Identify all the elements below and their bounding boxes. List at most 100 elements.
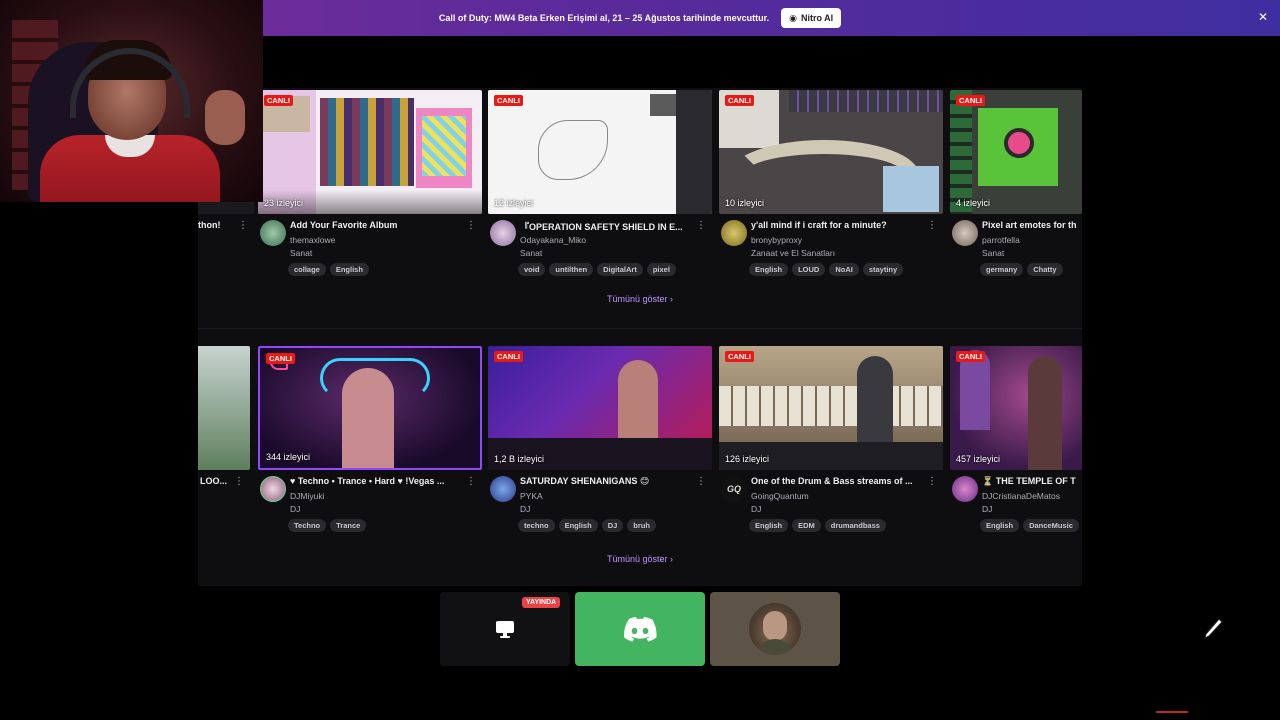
kebab-icon[interactable]: ⋮ <box>927 476 937 487</box>
stream-thumbnail[interactable]: CANLI 23 izleyici <box>258 90 482 214</box>
channel-name[interactable]: bronybyproxy <box>751 235 802 245</box>
tag[interactable]: staytiny <box>862 263 904 276</box>
stream-thumbnail[interactable] <box>198 346 250 470</box>
live-badge: CANLI <box>266 353 295 364</box>
channel-name[interactable]: themaxlowe <box>290 235 335 245</box>
tag[interactable]: Techno <box>288 519 327 532</box>
tag[interactable]: NoAI <box>829 263 859 276</box>
stream-meta: Pixel art emotes for th parrotfella Sana… <box>950 218 1082 278</box>
avatar[interactable] <box>952 220 978 246</box>
avatar[interactable] <box>490 476 516 502</box>
kebab-icon[interactable]: ⋮ <box>696 476 706 487</box>
category-name[interactable]: DJ <box>520 504 530 514</box>
stream-title[interactable]: Pixel art emotes for th <box>982 220 1082 230</box>
stream-title[interactable]: One of the Drum & Bass streams of ... <box>751 476 931 486</box>
thumb-collage <box>320 98 414 186</box>
thumb-album-art <box>422 116 466 176</box>
kebab-icon[interactable]: ⋮ <box>696 220 706 231</box>
stream-thumbnail[interactable]: CANLI 12 izleyici <box>488 90 712 214</box>
stream-thumbnail[interactable]: CANLI 126 izleyici <box>719 346 943 470</box>
stream-meta: ⏳ THE TEMPLE OF T DJCristianaDeMatos DJ … <box>950 474 1082 534</box>
avatar[interactable] <box>260 476 286 502</box>
stream-meta: GQ One of the Drum & Bass streams of ...… <box>719 474 943 534</box>
stream-title[interactable]: SATURDAY SHENANIGANS 😊 <box>520 476 700 487</box>
avatar[interactable]: GQ <box>721 476 747 502</box>
category-name[interactable]: Sanat <box>520 248 542 258</box>
tag[interactable]: Chatty <box>1027 263 1063 276</box>
category-name[interactable]: DJ <box>290 504 300 514</box>
avatar[interactable] <box>260 220 286 246</box>
category-name[interactable]: DJ <box>751 504 761 514</box>
tag[interactable]: LOUD <box>792 263 826 276</box>
nitro-button[interactable]: ◉ Nitro Al <box>781 8 842 28</box>
kebab-icon[interactable]: ⋮ <box>927 220 937 231</box>
stream-browser-panel: thon! ⋮ CANLI 23 izleyici Add Your Favor… <box>198 88 1082 586</box>
tag[interactable]: EDM <box>792 519 821 532</box>
tag[interactable]: techno <box>518 519 555 532</box>
discord-icon <box>624 617 657 642</box>
live-badge: CANLI <box>494 351 523 362</box>
tag[interactable]: drumandbass <box>824 519 886 532</box>
channel-name[interactable]: DJMiyuki <box>290 491 324 501</box>
tag[interactable]: English <box>558 519 598 532</box>
category-name[interactable]: DJ <box>982 504 992 514</box>
channel-name[interactable]: DJCristianaDeMatos <box>982 491 1082 501</box>
avatar[interactable] <box>721 220 747 246</box>
channel-name[interactable]: Odayakana_Miko <box>520 235 586 245</box>
tag[interactable]: DanceMusic <box>1023 519 1079 532</box>
channel-name[interactable]: GoingQuantum <box>751 491 809 501</box>
chevron-right-icon: › <box>670 294 674 304</box>
category-name[interactable]: Sanat <box>982 248 1004 258</box>
stream-title[interactable]: ♥ Techno • Trance • Hard ♥ !Vegas ... <box>290 476 470 486</box>
stream-thumbnail[interactable]: CANLI 457 izleyici <box>950 346 1082 470</box>
tag[interactable]: English <box>749 263 789 276</box>
stream-thumbnail[interactable]: CANLI 10 izleyici <box>719 90 943 214</box>
live-badge: CANLI <box>725 351 754 362</box>
avatar[interactable] <box>490 220 516 246</box>
tag[interactable]: Trance <box>330 519 367 532</box>
participant-tile[interactable] <box>710 592 840 666</box>
tag-list: English LOUD NoAI staytiny <box>749 263 904 276</box>
tag[interactable]: bruh <box>627 519 656 532</box>
category-name[interactable]: Zanaat ve El Sanatları <box>751 248 835 258</box>
stream-thumbnail[interactable]: CANLI 344 izleyici <box>258 346 482 470</box>
chevron-right-icon: › <box>670 554 674 564</box>
thumb-cam <box>650 94 676 116</box>
stream-title[interactable]: ⏳ THE TEMPLE OF T <box>982 476 1082 487</box>
screen-share-tile[interactable]: YAYINDA <box>440 592 570 666</box>
tag[interactable]: germany <box>980 263 1024 276</box>
viewer-count: 126 izleyici <box>725 454 770 464</box>
kebab-icon[interactable]: ⋮ <box>466 220 476 231</box>
thumb-keyboard <box>789 90 943 112</box>
kebab-icon[interactable]: ⋮ <box>238 220 248 231</box>
live-badge: CANLI <box>956 351 985 362</box>
channel-name[interactable]: parrotfella <box>982 235 1020 245</box>
stream-row-art: thon! ⋮ CANLI 23 izleyici Add Your Favor… <box>198 88 1082 329</box>
show-all-link[interactable]: Tümünü göster › <box>198 554 1082 564</box>
stream-thumbnail[interactable]: CANLI 1,2 B izleyici <box>488 346 712 470</box>
tag[interactable]: collage <box>288 263 326 276</box>
tag[interactable]: English <box>749 519 789 532</box>
tag[interactable]: English <box>329 263 369 276</box>
tag[interactable]: void <box>518 263 546 276</box>
show-all-link[interactable]: Tümünü göster › <box>198 294 1082 304</box>
stream-meta: ♥ Techno • Trance • Hard ♥ !Vegas ... DJ… <box>258 474 482 534</box>
kebab-icon[interactable]: ⋮ <box>466 476 476 487</box>
channel-name[interactable]: PYKA <box>520 491 543 501</box>
avatar[interactable] <box>952 476 978 502</box>
close-icon[interactable]: ✕ <box>1256 10 1270 24</box>
tag[interactable]: pixel <box>646 263 676 276</box>
stream-title[interactable]: thon! <box>198 220 238 230</box>
tag[interactable]: English <box>980 519 1020 532</box>
live-badge: CANLI <box>956 95 985 106</box>
kebab-icon[interactable]: ⋮ <box>234 476 244 487</box>
stream-title[interactable]: Add Your Favorite Album <box>290 220 470 230</box>
tag[interactable]: DigitalArt <box>597 263 643 276</box>
tag[interactable]: DJ <box>601 519 624 532</box>
tag[interactable]: untilthen <box>549 263 594 276</box>
stream-thumbnail[interactable]: CANLI 4 izleyici <box>950 90 1082 214</box>
discord-user-tile[interactable] <box>575 592 705 666</box>
stream-title[interactable]: y'all mind if i craft for a minute? <box>751 220 931 230</box>
category-name[interactable]: Sanat <box>290 248 312 258</box>
stream-title[interactable]: 『OPERATION SAFETY SHIELD IN E... <box>520 220 700 233</box>
